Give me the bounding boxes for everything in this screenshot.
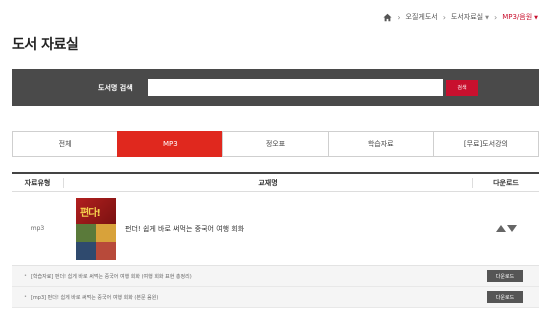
category-tabs: 전체 MP3 정오표 학습자료 [무료]도서강의	[12, 131, 540, 157]
tab-mp3[interactable]: MP3	[117, 131, 223, 157]
book-title[interactable]: 펀더! 쉽게 바로 써먹는 중국어 여행 회화	[125, 224, 473, 234]
header-download: 다운로드	[493, 178, 519, 187]
resource-type: mp3	[30, 225, 45, 232]
file-name: [학습자료] 펀더! 쉽게 바로 써먹는 중국어 여행 회화 (여행 회화 표현…	[30, 273, 192, 280]
file-name: [mp3] 펀더! 쉽게 바로 써먹는 중국어 여행 회화 (본문 음원)	[30, 294, 159, 301]
download-button[interactable]: 다운로드	[487, 291, 523, 303]
breadcrumb-item[interactable]: 오질게도서	[406, 12, 438, 22]
file-row: • [학습자료] 펀더! 쉽게 바로 써먹는 중국어 여행 회화 (여행 회화 …	[12, 266, 539, 287]
page-title: 도서 자료실	[12, 37, 79, 53]
table-header: 자료유형 교재명 다운로드	[12, 172, 539, 192]
arrow-down-icon[interactable]	[506, 225, 517, 232]
table-row[interactable]: mp3 편다! 펀더! 쉽게 바로 써먹는 중국어 여행 회화	[12, 192, 539, 266]
header-book: 교재명	[63, 177, 473, 188]
header-type: 자료유형	[24, 178, 51, 187]
download-button[interactable]: 다운로드	[487, 270, 523, 282]
search-button[interactable]: 검색	[446, 79, 478, 96]
search-input[interactable]	[148, 79, 443, 96]
chevron-down-icon: ▼	[534, 15, 538, 21]
chevron-right-icon: ›	[442, 12, 446, 22]
expand-toggle[interactable]	[473, 225, 539, 232]
breadcrumb-item[interactable]: 도서자료실 ▼	[451, 12, 489, 22]
arrow-up-icon[interactable]	[495, 225, 506, 232]
search-label: 도서명 검색	[98, 83, 133, 92]
breadcrumb: › 오질게도서 › 도서자료실 ▼ › MP3/음원 ▼	[383, 10, 538, 24]
tab-errata[interactable]: 정오표	[222, 131, 328, 157]
bullet-icon: •	[24, 294, 27, 300]
file-list: • [학습자료] 펀더! 쉽게 바로 써먹는 중국어 여행 회화 (여행 회화 …	[12, 266, 539, 308]
tab-study-materials[interactable]: 학습자료	[327, 131, 433, 157]
search-bar: 도서명 검색 검색	[12, 69, 539, 106]
chevron-right-icon: ›	[493, 12, 498, 22]
home-icon[interactable]	[383, 13, 392, 22]
cover-title: 편다!	[80, 207, 101, 219]
chevron-right-icon: ›	[397, 12, 401, 22]
file-row: • [mp3] 펀더! 쉽게 바로 써먹는 중국어 여행 회화 (본문 음원) …	[12, 287, 539, 308]
book-cover: 편다!	[76, 197, 116, 260]
bullet-icon: •	[24, 273, 27, 279]
breadcrumb-current[interactable]: MP3/음원 ▼	[502, 12, 538, 22]
resource-table: 자료유형 교재명 다운로드 mp3 편다! 펀더! 쉽게 바로 써먹는 중국어 …	[12, 172, 539, 308]
tab-all[interactable]: 전체	[12, 131, 118, 157]
chevron-down-icon: ▼	[485, 15, 489, 21]
tab-free-lectures[interactable]: [무료]도서강의	[432, 131, 540, 157]
